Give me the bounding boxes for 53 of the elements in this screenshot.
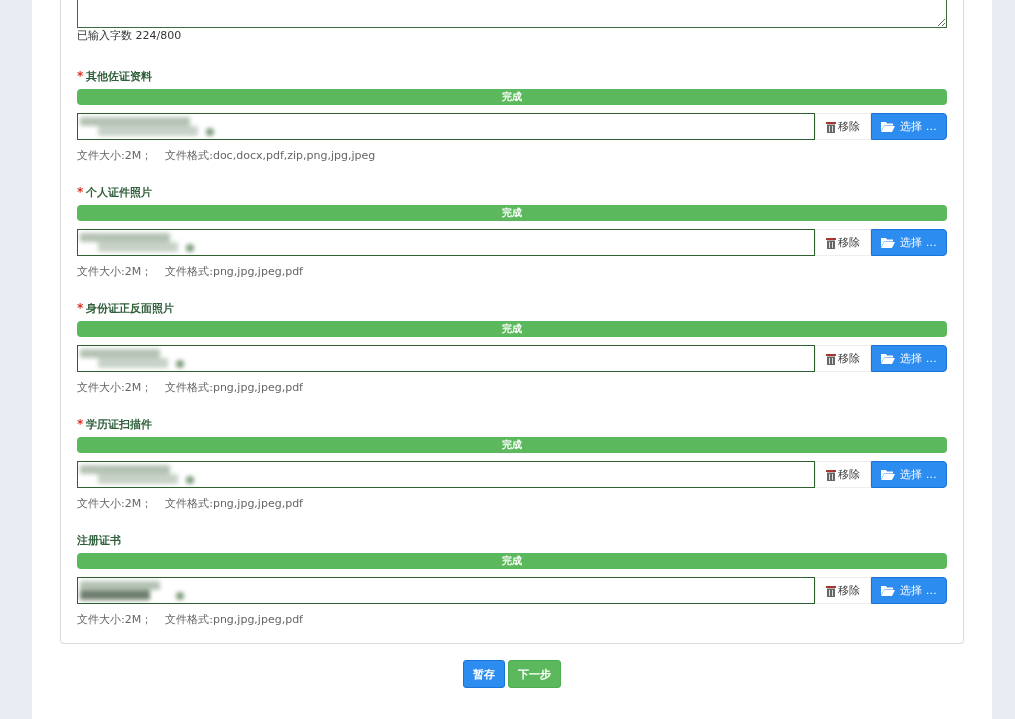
remove-button[interactable]: 移除	[815, 345, 871, 372]
progress-bar: 完成	[77, 437, 947, 453]
file-size-hint: 文件大小:2M；	[77, 497, 153, 511]
folder-icon	[881, 121, 896, 132]
folder-icon	[881, 353, 896, 364]
remove-button[interactable]: 移除	[815, 577, 871, 604]
folder-icon	[881, 237, 896, 248]
file-name-field[interactable]	[77, 113, 815, 140]
choose-file-button[interactable]: 选择 …	[871, 113, 947, 140]
choose-file-button[interactable]: 选择 …	[871, 345, 947, 372]
remove-button[interactable]: 移除	[815, 113, 871, 140]
file-size-hint: 文件大小:2M；	[77, 613, 153, 627]
character-counter: 已输入字数 224/800	[77, 29, 183, 43]
progress-bar: 完成	[77, 553, 947, 569]
progress-bar: 完成	[77, 205, 947, 221]
file-format-hint: 文件格式:png,jpg,jpeg,pdf	[165, 265, 303, 279]
trash-icon	[826, 468, 836, 481]
field-label: 身份证正反面照片	[86, 302, 175, 316]
folder-icon	[881, 585, 896, 596]
file-name-field[interactable]	[77, 461, 815, 488]
text-area[interactable]	[77, 0, 947, 28]
progress-bar: 完成	[77, 89, 947, 105]
file-format-hint: 文件格式:png,jpg,jpeg,pdf	[165, 613, 303, 627]
trash-icon	[826, 352, 836, 365]
file-name-field[interactable]	[77, 229, 815, 256]
required-marker: *	[77, 186, 84, 198]
choose-file-button[interactable]: 选择 …	[871, 461, 947, 488]
required-marker: *	[77, 418, 84, 430]
file-name-field[interactable]	[77, 577, 815, 604]
trash-icon	[826, 120, 836, 133]
required-marker: *	[77, 70, 84, 82]
choose-file-button[interactable]: 选择 …	[871, 577, 947, 604]
required-marker: *	[77, 302, 84, 314]
file-format-hint: 文件格式:doc,docx,pdf,zip,png,jpg,jpeg	[165, 149, 376, 163]
file-format-hint: 文件格式:png,jpg,jpeg,pdf	[165, 381, 303, 395]
choose-file-button[interactable]: 选择 …	[871, 229, 947, 256]
remove-button[interactable]: 移除	[815, 461, 871, 488]
file-size-hint: 文件大小:2M；	[77, 149, 153, 163]
folder-icon	[881, 469, 896, 480]
progress-bar: 完成	[77, 321, 947, 337]
field-label: 学历证扫描件	[86, 418, 153, 432]
action-button[interactable]: 下一步	[508, 660, 561, 688]
field-label: 其他佐证资料	[86, 70, 153, 84]
file-name-field[interactable]	[77, 345, 815, 372]
field-label: 注册证书	[77, 534, 121, 548]
file-size-hint: 文件大小:2M；	[77, 265, 153, 279]
trash-icon	[826, 584, 836, 597]
field-label: 个人证件照片	[86, 186, 153, 200]
file-size-hint: 文件大小:2M；	[77, 381, 153, 395]
trash-icon	[826, 236, 836, 249]
remove-button[interactable]: 移除	[815, 229, 871, 256]
action-button[interactable]: 暂存	[463, 660, 505, 688]
file-format-hint: 文件格式:png,jpg,jpeg,pdf	[165, 497, 303, 511]
